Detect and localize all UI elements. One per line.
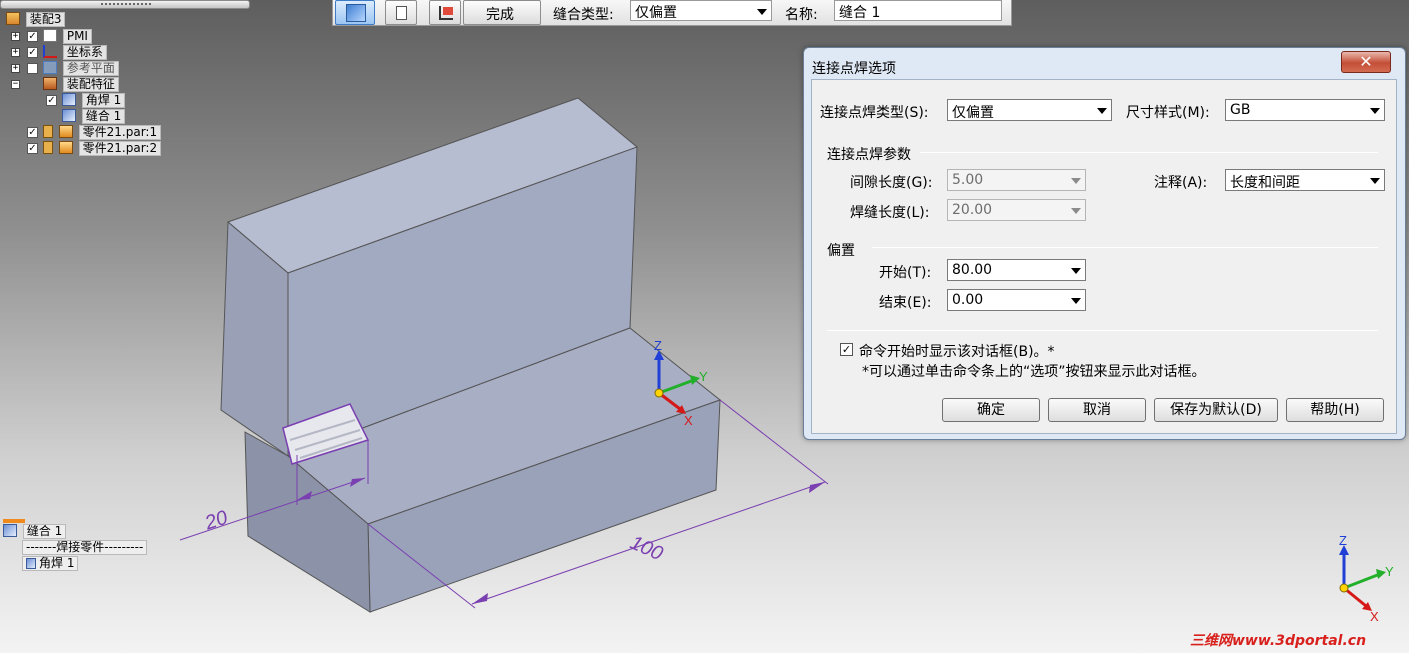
watermark: 三维网www.3dportal.cn <box>1190 633 1367 649</box>
cancel-button[interactable]: 取消 <box>1048 398 1146 422</box>
tree-item-part-2[interactable]: 零件21.par:2 <box>43 141 162 156</box>
assembly-icon <box>6 12 20 25</box>
gap-length-input[interactable]: 5.00 <box>947 169 1086 191</box>
reference-plane-icon <box>43 61 57 74</box>
annotation-select[interactable]: 长度和间距 <box>1225 169 1385 191</box>
end-input[interactable]: 0.00 <box>947 289 1086 311</box>
name-input[interactable]: 缝合 1 <box>834 0 1002 21</box>
chevron-down-icon <box>1370 108 1380 114</box>
tree-item-reference-planes[interactable]: 参考平面 <box>43 61 119 76</box>
start-input[interactable]: 80.00 <box>947 259 1086 281</box>
lock-icon <box>43 141 53 154</box>
annotation-label: 注释(A): <box>1154 175 1208 191</box>
expand-icon[interactable]: + <box>11 32 20 41</box>
expand-icon[interactable]: + <box>11 64 20 73</box>
dialog-title: 连接点焊选项 <box>812 61 896 77</box>
params-group-divider <box>920 152 1378 153</box>
show-dialog-checkbox[interactable]: ✓ <box>840 343 853 356</box>
weld-options-icon <box>346 4 366 22</box>
tree-item-stitch-weld[interactable]: 缝合 1 <box>62 109 126 124</box>
weld-type-select[interactable]: 仅偏置 <box>630 0 772 21</box>
options-divider <box>827 330 1378 331</box>
chevron-down-icon <box>1071 208 1081 214</box>
chevron-down-icon <box>1097 108 1107 114</box>
tree-item-coordinate-systems[interactable]: 坐标系 <box>43 45 107 60</box>
svg-text:X: X <box>1370 609 1379 624</box>
expand-icon[interactable]: + <box>11 48 20 57</box>
save-as-default-button[interactable]: 保存为默认(D) <box>1154 398 1278 422</box>
lower-pane-divider[interactable] <box>3 519 25 523</box>
tree-item-reference-planes-checkbox[interactable] <box>27 63 38 74</box>
chevron-down-icon <box>1071 268 1081 274</box>
help-button[interactable]: 帮助(H) <box>1286 398 1384 422</box>
offset-group-divider <box>872 247 1378 248</box>
weld-options-button[interactable] <box>335 0 375 25</box>
ok-button[interactable]: 确定 <box>942 398 1040 422</box>
lock-icon <box>43 125 53 138</box>
name-label: 名称: <box>785 7 818 23</box>
select-parts-button[interactable] <box>429 0 461 25</box>
part-icon <box>58 141 73 154</box>
dimension-style-label: 尺寸样式(M): <box>1126 105 1210 121</box>
svg-text:X: X <box>684 413 693 428</box>
tree-item-assembly-features[interactable]: 装配特征 <box>43 77 119 92</box>
part-icon <box>58 125 73 138</box>
svg-text:Z: Z <box>1339 533 1347 548</box>
step-button[interactable] <box>385 0 417 25</box>
tree-root[interactable]: 装配3 <box>6 12 66 27</box>
chevron-down-icon <box>757 8 767 15</box>
dialog-body: 连接点焊类型(S): 仅偏置 尺寸样式(M): GB 连接点焊参数 间隙长度(G… <box>811 79 1397 434</box>
chevron-down-icon <box>1071 298 1081 304</box>
weld-icon <box>26 558 36 569</box>
hint-text: *可以通过单击命令条上的“选项”按钮来显示此对话框。 <box>862 364 1206 380</box>
finish-button[interactable]: 完成 <box>463 0 541 25</box>
tree-item-part1-checkbox[interactable]: ✓ <box>27 127 38 138</box>
view-orientation-triad[interactable]: Z Y X <box>1339 533 1394 624</box>
coordinate-system-icon <box>43 45 57 58</box>
command-bar: 完成 缝合类型: 仅偏置 名称: 缝合 1 <box>332 0 1012 26</box>
tree-item-part2-checkbox[interactable]: ✓ <box>27 143 38 154</box>
pmi-icon <box>43 29 57 42</box>
tree-item-part-1[interactable]: 零件21.par:1 <box>43 125 162 140</box>
weld-icon <box>62 109 76 122</box>
tree-item-pmi[interactable]: PMI <box>43 29 92 44</box>
collapse-icon[interactable]: − <box>11 80 20 89</box>
weld-length-input[interactable]: 20.00 <box>947 199 1086 221</box>
end-label: 结束(E): <box>879 295 932 311</box>
close-button[interactable]: ✕ <box>1341 51 1391 73</box>
lower-list-title[interactable]: 缝合 1 <box>3 524 67 539</box>
dimension-style-select[interactable]: GB <box>1225 99 1385 121</box>
lower-list-separator: -------焊接零件--------- <box>22 540 148 555</box>
chevron-down-icon <box>1071 178 1081 184</box>
weld-length-label: 焊缝长度(L): <box>850 205 930 221</box>
dimension-text-100[interactable]: 100 <box>627 532 666 566</box>
weld-type-label: 连接点焊类型(S): <box>820 105 929 121</box>
svg-text:Z: Z <box>654 338 662 353</box>
start-label: 开始(T): <box>879 265 932 281</box>
lower-list-item[interactable]: 角焊 1 <box>22 556 79 571</box>
svg-text:Y: Y <box>1385 564 1394 579</box>
assembly-feature-icon <box>43 77 57 90</box>
close-icon: ✕ <box>1359 52 1373 71</box>
pathfinder-grip[interactable] <box>0 0 250 9</box>
weld-icon <box>3 524 17 537</box>
stitch-weld-options-dialog: 连接点焊选项 ✕ 连接点焊类型(S): 仅偏置 尺寸样式(M): GB 连接点焊… <box>803 47 1406 440</box>
gap-length-label: 间隙长度(G): <box>850 175 933 191</box>
tree-item-coordinate-checkbox[interactable]: ✓ <box>27 47 38 58</box>
document-icon <box>396 6 407 20</box>
chevron-down-icon <box>1370 178 1380 184</box>
params-group-title: 连接点焊参数 <box>827 147 911 163</box>
tree-item-fillet-weld-checkbox[interactable]: ✓ <box>46 95 57 106</box>
offset-group-title: 偏置 <box>827 243 855 259</box>
tree-item-fillet-weld[interactable]: 角焊 1 <box>62 93 126 108</box>
dimension-text-20[interactable]: 20 <box>201 507 230 535</box>
tree-item-pmi-checkbox[interactable]: ✓ <box>27 31 38 42</box>
svg-text:Y: Y <box>699 369 708 384</box>
weld-type-select[interactable]: 仅偏置 <box>947 99 1112 121</box>
weld-type-label: 缝合类型: <box>553 7 614 23</box>
show-dialog-label[interactable]: 命令开始时显示该对话框(B)。* <box>859 341 1055 361</box>
weld-icon <box>62 93 76 106</box>
